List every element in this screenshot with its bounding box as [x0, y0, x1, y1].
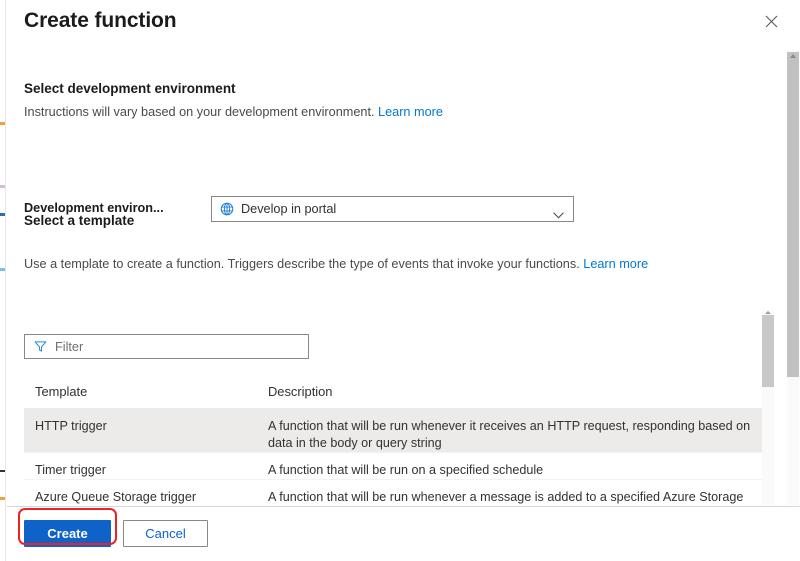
column-header-description: Description: [268, 384, 333, 399]
template-subtitle: Use a template to create a function. Tri…: [24, 257, 580, 271]
cancel-button[interactable]: Cancel: [123, 520, 208, 547]
blade-scrollbar[interactable]: [786, 50, 800, 505]
globe-icon: [220, 202, 234, 216]
template-table: Template Description HTTP trigger A funct…: [24, 375, 786, 505]
template-heading: Select a template: [24, 213, 135, 228]
development-environment-value: Develop in portal: [241, 202, 337, 216]
cell-description: A function that will be run whenever it …: [268, 419, 751, 450]
cell-description: A function that will be run whenever a m…: [268, 490, 744, 504]
table-row[interactable]: HTTP trigger A function that will be run …: [24, 409, 770, 453]
close-button[interactable]: [755, 6, 787, 36]
blade-surface: Create function Select development envir…: [7, 0, 800, 561]
sliver-mark: [0, 213, 5, 216]
table-header-row: Template Description: [24, 375, 770, 409]
table-body: HTTP trigger A function that will be run …: [24, 409, 770, 505]
sliver-mark: [0, 470, 5, 472]
sliver-mark: [0, 497, 5, 500]
scroll-up-arrow-icon[interactable]: [765, 311, 771, 314]
blade-scrollbar-thumb[interactable]: [787, 52, 799, 377]
table-scrollbar-thumb[interactable]: [762, 315, 774, 387]
close-icon: [765, 15, 778, 28]
dev-env-heading: Select development environment: [24, 81, 236, 96]
filter-input-wrapper[interactable]: Filter: [24, 334, 309, 359]
background-page-sliver: [0, 0, 6, 561]
sliver-mark: [0, 122, 5, 125]
cell-template: Azure Queue Storage trigger: [35, 490, 197, 504]
blade-footer: Create Cancel: [7, 506, 800, 561]
dev-env-learn-more-link[interactable]: Learn more: [378, 105, 443, 119]
cell-template: Timer trigger: [35, 463, 106, 477]
blade-content: Select development environment Instructi…: [7, 50, 786, 505]
blade-scroll-up-arrow-icon[interactable]: [790, 54, 796, 58]
sliver-mark: [0, 268, 5, 271]
funnel-icon: [34, 340, 47, 353]
table-scrollbar[interactable]: [762, 310, 774, 505]
table-row[interactable]: Timer trigger A function that will be run…: [24, 453, 770, 480]
create-button[interactable]: Create: [24, 520, 111, 547]
sliver-mark: [0, 185, 5, 188]
chevron-down-icon: [553, 206, 564, 218]
dev-env-subtitle: Instructions will vary based on your dev…: [24, 105, 375, 119]
page-title: Create function: [24, 9, 177, 32]
cell-description: A function that will be run on a specifi…: [268, 463, 544, 477]
development-environment-dropdown[interactable]: Develop in portal: [211, 196, 574, 222]
cell-template: HTTP trigger: [35, 419, 107, 433]
template-subtitle-row: Use a template to create a function. Tri…: [24, 257, 648, 271]
create-function-blade: Create function Select development envir…: [0, 0, 800, 561]
dev-env-subtitle-row: Instructions will vary based on your dev…: [24, 105, 443, 119]
template-learn-more-link[interactable]: Learn more: [583, 257, 648, 271]
table-row[interactable]: Azure Queue Storage trigger A function th…: [24, 480, 770, 505]
filter-placeholder: Filter: [55, 339, 84, 354]
column-header-template: Template: [35, 384, 88, 399]
blade-header: Create function: [7, 0, 800, 50]
